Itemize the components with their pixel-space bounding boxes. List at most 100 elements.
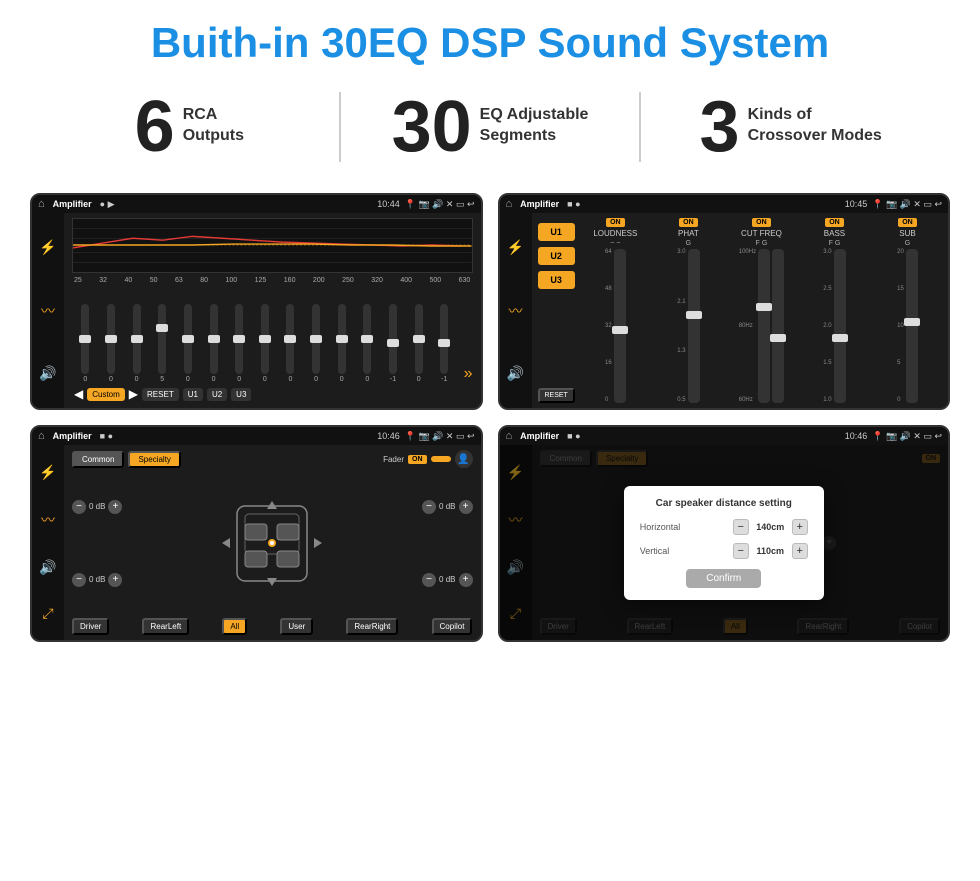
time-eq: 10:44 bbox=[377, 199, 400, 209]
fl-plus[interactable]: + bbox=[108, 500, 122, 514]
eq-graph bbox=[72, 218, 473, 273]
u1-crossover[interactable]: U1 bbox=[538, 223, 575, 241]
driver-button[interactable]: Driver bbox=[72, 618, 109, 635]
stat-label-crossover: Kinds ofCrossover Modes bbox=[748, 91, 882, 147]
fl-minus[interactable]: − bbox=[72, 500, 86, 514]
all-button[interactable]: All bbox=[222, 618, 247, 635]
fader-slider[interactable] bbox=[431, 456, 451, 462]
rr-minus[interactable]: − bbox=[422, 573, 436, 587]
custom-button[interactable]: Custom bbox=[87, 388, 125, 401]
eq-slider-12[interactable]: -1 bbox=[382, 304, 405, 383]
eq-slider-3[interactable]: 5 bbox=[151, 304, 174, 383]
eq-slider-9[interactable]: 0 bbox=[305, 304, 328, 383]
speaker-content: ⚡ 〰 🔊 ⤢ Common Specialty Fader ON 👤 bbox=[32, 445, 481, 640]
rr-plus[interactable]: + bbox=[459, 573, 473, 587]
u3-crossover[interactable]: U3 bbox=[538, 271, 575, 289]
eq-slider-8[interactable]: 0 bbox=[279, 304, 302, 383]
bass-on[interactable]: ON bbox=[825, 218, 844, 227]
crossover-main-panel: U1 U2 U3 RESET ON LOUDNESS ~~ 644832160 bbox=[532, 213, 949, 408]
speaker-icon-3[interactable]: 🔊 bbox=[39, 559, 56, 576]
sub-on[interactable]: ON bbox=[898, 218, 917, 227]
speaker-bottom-controls: Driver RearLeft All User RearRight Copil… bbox=[72, 618, 473, 635]
eq-slider-4[interactable]: 0 bbox=[177, 304, 200, 383]
stat-rca: 6 RCAOutputs bbox=[60, 91, 319, 163]
cutfreq-on[interactable]: ON bbox=[752, 218, 771, 227]
confirm-button[interactable]: Confirm bbox=[686, 569, 761, 588]
specialty-tab[interactable]: Specialty bbox=[128, 451, 180, 468]
eq-icon[interactable]: ⚡ bbox=[39, 239, 56, 256]
status-dots-4: ■ ● bbox=[567, 431, 580, 441]
u3-button[interactable]: U3 bbox=[231, 388, 251, 401]
home-icon-4: ⌂ bbox=[506, 430, 513, 442]
loudness-slider[interactable] bbox=[614, 249, 626, 403]
eq-slider-11[interactable]: 0 bbox=[356, 304, 379, 383]
rl-plus[interactable]: + bbox=[108, 573, 122, 587]
u2-button[interactable]: U2 bbox=[207, 388, 227, 401]
eq-slider-0[interactable]: 0 bbox=[74, 304, 97, 383]
stat-number-crossover: 3 bbox=[700, 91, 740, 163]
eq-slider-14[interactable]: -1 bbox=[433, 304, 456, 383]
rr-value: 0 dB bbox=[439, 575, 455, 584]
vertical-minus[interactable]: − bbox=[733, 543, 749, 559]
eq-slider-10[interactable]: 0 bbox=[330, 304, 353, 383]
prev-button[interactable]: ◀ bbox=[74, 387, 83, 401]
crossover-channels: ON LOUDNESS ~~ 644832160 ON PHAT bbox=[581, 218, 942, 403]
speaker-icon-2[interactable]: 🔊 bbox=[507, 365, 524, 382]
status-bar-crossover: ⌂ Amplifier ■ ● 10:45 📍 📷 🔊 ✕ ▭ ↩ bbox=[500, 195, 949, 213]
reset-button[interactable]: RESET bbox=[142, 388, 179, 401]
phat-label: PHAT bbox=[678, 229, 699, 238]
bass-slider[interactable] bbox=[834, 249, 846, 403]
expand-icon[interactable]: ⤢ bbox=[42, 605, 53, 622]
eq-more-icon[interactable]: » bbox=[464, 365, 473, 383]
wave-icon[interactable]: 〰 bbox=[41, 301, 55, 321]
rearright-button[interactable]: RearRight bbox=[346, 618, 398, 635]
next-button[interactable]: ▶ bbox=[129, 387, 138, 401]
u2-crossover[interactable]: U2 bbox=[538, 247, 575, 265]
speaker-distance-dialog: Car speaker distance setting Horizontal … bbox=[624, 486, 824, 600]
stat-eq: 30 EQ AdjustableSegments bbox=[361, 91, 620, 163]
phat-on[interactable]: ON bbox=[679, 218, 698, 227]
copilot-button[interactable]: Copilot bbox=[432, 618, 473, 635]
right-db-controls: − 0 dB + − 0 dB + bbox=[422, 472, 472, 614]
fr-plus[interactable]: + bbox=[459, 500, 473, 514]
sub-slider[interactable] bbox=[906, 249, 918, 403]
reset-crossover[interactable]: RESET bbox=[538, 388, 575, 403]
loudness-on[interactable]: ON bbox=[606, 218, 625, 227]
cutfreq-slider[interactable] bbox=[758, 249, 770, 403]
wave-icon-2[interactable]: 〰 bbox=[509, 301, 523, 321]
rearleft-button[interactable]: RearLeft bbox=[142, 618, 189, 635]
u1-button[interactable]: U1 bbox=[183, 388, 203, 401]
eq-slider-13[interactable]: 0 bbox=[407, 304, 430, 383]
eq-slider-2[interactable]: 0 bbox=[125, 304, 148, 383]
phat-slider[interactable] bbox=[688, 249, 700, 403]
fr-minus[interactable]: − bbox=[422, 500, 436, 514]
stat-number-eq: 30 bbox=[392, 91, 472, 163]
dialog-title: Car speaker distance setting bbox=[640, 498, 808, 509]
bass-label: BASS bbox=[824, 229, 845, 238]
rl-minus[interactable]: − bbox=[72, 573, 86, 587]
common-tab[interactable]: Common bbox=[72, 451, 124, 468]
horizontal-label: Horizontal bbox=[640, 522, 681, 532]
speaker-icon[interactable]: 🔊 bbox=[39, 365, 56, 382]
wave-icon-3[interactable]: 〰 bbox=[41, 510, 55, 530]
status-icons-dialog: 📍 📷 🔊 ✕ ▭ ↩ bbox=[872, 431, 942, 442]
eq-slider-6[interactable]: 0 bbox=[228, 304, 251, 383]
horizontal-minus[interactable]: − bbox=[733, 519, 749, 535]
horizontal-plus[interactable]: + bbox=[792, 519, 808, 535]
dialog-confirm-row: Confirm bbox=[640, 569, 808, 588]
speaker-tabs: Common Specialty Fader ON 👤 bbox=[72, 450, 473, 468]
eq-icon-2[interactable]: ⚡ bbox=[507, 239, 524, 256]
fader-on[interactable]: ON bbox=[408, 455, 427, 464]
stat-number-rca: 6 bbox=[135, 91, 175, 163]
vertical-plus[interactable]: + bbox=[792, 543, 808, 559]
eq-slider-1[interactable]: 0 bbox=[100, 304, 123, 383]
eq-icon-3[interactable]: ⚡ bbox=[39, 464, 56, 481]
person-icon: 👤 bbox=[455, 450, 473, 468]
eq-slider-7[interactable]: 0 bbox=[253, 304, 276, 383]
eq-slider-5[interactable]: 0 bbox=[202, 304, 225, 383]
user-button[interactable]: User bbox=[280, 618, 313, 635]
fl-value: 0 dB bbox=[89, 502, 105, 511]
page-title: Buith-in 30EQ DSP Sound System bbox=[0, 0, 980, 76]
crossover-content: ⚡ 〰 🔊 U1 U2 U3 RESET ON LOUDNESS bbox=[500, 213, 949, 408]
cutfreq-slider2[interactable] bbox=[772, 249, 784, 403]
